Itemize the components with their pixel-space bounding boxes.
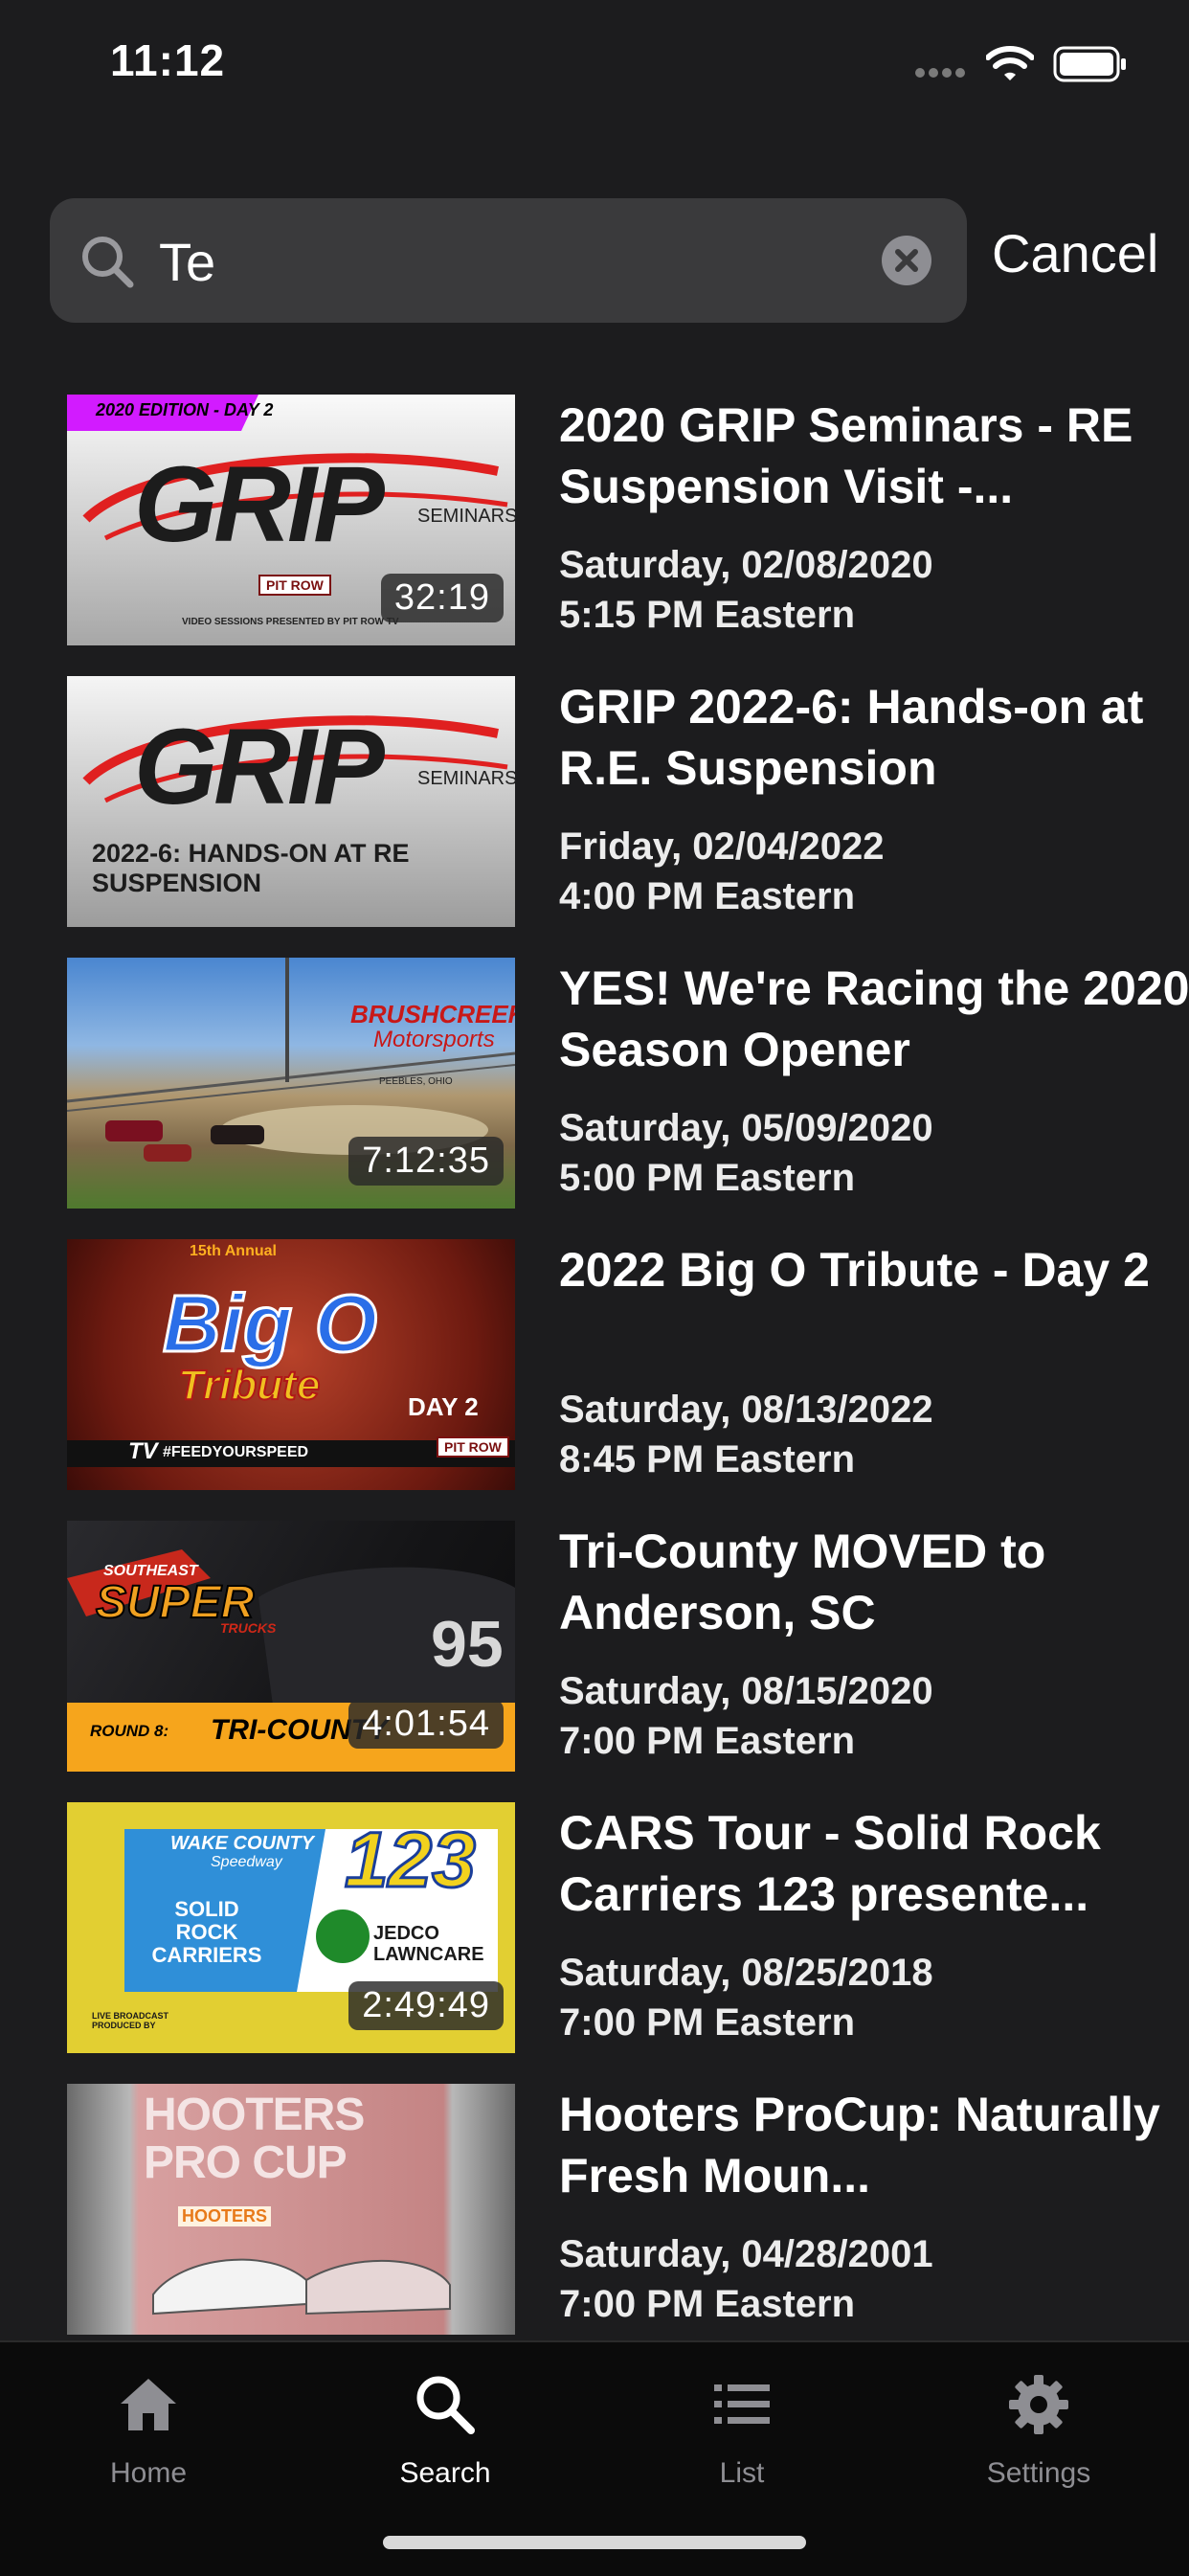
tab-list[interactable]: List	[594, 2342, 890, 2534]
duration-label: 2:49:49	[348, 1981, 504, 2030]
thumb-logo: GRIP	[134, 707, 385, 826]
result-time: 7:00 PM Eastern	[559, 2283, 856, 2325]
thumb-sub: Tribute	[177, 1361, 321, 1410]
result-row[interactable]: SOUTHEAST SUPER TRUCKS 95 ROUND 8: TRI-C…	[67, 1521, 1168, 1772]
clear-search-icon[interactable]	[881, 235, 932, 286]
thumb-sub: SEMINARS	[417, 506, 515, 527]
thumb-top: WAKE COUNTY	[170, 1833, 314, 1854]
result-title: Hooters ProCup: Naturally Fresh Moun...	[559, 2088, 1160, 2203]
list-icon	[714, 2384, 770, 2424]
thumb-sponsor2: JEDCO LAWNCARE	[373, 1923, 484, 1965]
status-bar: 11:12	[0, 0, 1189, 129]
result-title: GRIP 2022-6: Hands-on at R.E. Suspension	[559, 680, 1144, 795]
video-thumbnail[interactable]: 2020 EDITION - DAY 2 GRIP SEMINARS PIT R…	[67, 395, 515, 645]
video-thumbnail[interactable]: 15th Annual Big O Tribute DAY 2 TV #FEED…	[67, 1239, 515, 1490]
tab-label: Settings	[986, 2457, 1091, 2489]
thumb-hashtag: #FEEDYOURSPEED	[163, 1444, 309, 1460]
duration-label: 32:19	[380, 574, 504, 622]
result-title: 2022 Big O Tribute - Day 2	[559, 1243, 1150, 1297]
video-thumbnail[interactable]: SOUTHEAST SUPER TRUCKS 95 ROUND 8: TRI-C…	[67, 1521, 515, 1772]
duration-label: 7:12:35	[348, 1137, 504, 1186]
home-indicator	[383, 2536, 806, 2549]
result-row[interactable]: 2020 EDITION - DAY 2 GRIP SEMINARS PIT R…	[67, 395, 1168, 645]
result-title: CARS Tour - Solid Rock Carriers 123 pres…	[559, 1806, 1101, 1921]
thumb-badge: PIT ROW	[258, 575, 331, 596]
result-date: Saturday, 05/09/2020	[559, 1107, 933, 1149]
result-date: Saturday, 08/13/2022	[559, 1389, 933, 1431]
result-title: 2020 GRIP Seminars - RE Suspension Visit…	[559, 398, 1133, 513]
result-time: 4:00 PM Eastern	[559, 875, 856, 917]
cancel-button[interactable]: Cancel	[992, 222, 1158, 284]
thumb-place: PEEBLES, OHIO	[379, 1076, 453, 1087]
tab-settings[interactable]: Settings	[890, 2342, 1187, 2534]
video-thumbnail[interactable]: WAKE COUNTY Speedway 123 SOLID ROCK CARR…	[67, 1802, 515, 2053]
thumb-sub: Speedway	[211, 1854, 282, 1870]
thumb-sub: TRUCKS	[220, 1620, 277, 1636]
gear-icon	[1009, 2375, 1068, 2434]
result-date: Saturday, 08/25/2018	[559, 1952, 933, 1994]
video-thumbnail[interactable]: HOOTERS PRO CUP HOOTERS	[67, 2084, 515, 2335]
tab-search[interactable]: Search	[297, 2342, 594, 2534]
result-date: Saturday, 08/15/2020	[559, 1670, 933, 1712]
cellular-signal-icon	[915, 68, 965, 78]
tab-home[interactable]: Home	[0, 2342, 297, 2534]
result-time: 5:15 PM Eastern	[559, 594, 856, 636]
thumb-footer: VIDEO SESSIONS PRESENTED BY PIT ROW TV	[182, 617, 399, 627]
thumb-badge: PIT ROW	[437, 1436, 509, 1457]
thumb-logo: BRUSHCREEK	[350, 1000, 515, 1028]
thumb-sponsor1: SOLID ROCK CARRIERS	[151, 1897, 262, 1967]
battery-icon	[1053, 46, 1126, 82]
result-time: 8:45 PM Eastern	[559, 1438, 856, 1480]
tab-label: List	[719, 2457, 765, 2489]
thumb-day: DAY 2	[408, 1392, 479, 1421]
thumb-logo: GRIP	[134, 444, 385, 564]
search-bar[interactable]	[50, 198, 967, 323]
result-title: YES! We're Racing the 2020 Season Opener	[559, 961, 1189, 1076]
search-icon	[416, 2376, 475, 2434]
thumb-sub: SEMINARS	[417, 768, 515, 789]
search-icon	[82, 237, 134, 288]
thumb-footer: LIVE BROADCAST PRODUCED BY	[92, 2011, 169, 2030]
duration-label: 4:01:54	[348, 1700, 504, 1749]
video-thumbnail[interactable]: GRIP SEMINARS 2022-6: HANDS-ON AT RE SUS…	[67, 676, 515, 927]
thumb-top: 15th Annual	[190, 1243, 277, 1259]
search-input[interactable]	[157, 219, 888, 304]
result-time: 7:00 PM Eastern	[559, 1720, 856, 1762]
result-time: 7:00 PM Eastern	[559, 2001, 856, 2044]
status-time: 11:12	[110, 35, 226, 85]
tab-label: Home	[109, 2457, 188, 2489]
result-row[interactable]: WAKE COUNTY Speedway 123 SOLID ROCK CARR…	[67, 1802, 1168, 2053]
home-icon	[121, 2379, 176, 2430]
video-thumbnail[interactable]: BRUSHCREEK Motorsports PEEBLES, OHIO 7:1…	[67, 958, 515, 1209]
thumb-tv: TV	[128, 1438, 158, 1464]
result-date: Saturday, 02/08/2020	[559, 544, 933, 586]
thumb-sub: Motorsports	[373, 1027, 495, 1052]
thumb-round: ROUND 8:	[90, 1722, 169, 1740]
result-date: Saturday, 04/28/2001	[559, 2233, 933, 2275]
thumb-caption: 2022-6: HANDS-ON AT RE SUSPENSION	[92, 839, 410, 897]
thumb-number: 95	[431, 1608, 504, 1681]
result-row[interactable]: BRUSHCREEK Motorsports PEEBLES, OHIO 7:1…	[67, 958, 1189, 1209]
search-results-list[interactable]: 2020 EDITION - DAY 2 GRIP SEMINARS PIT R…	[0, 395, 1189, 2340]
wifi-icon	[986, 46, 1034, 80]
result-row[interactable]: GRIP SEMINARS 2022-6: HANDS-ON AT RE SUS…	[67, 676, 1168, 927]
thumb-banner: 2020 EDITION - DAY 2	[96, 400, 274, 419]
result-row[interactable]: HOOTERS PRO CUP HOOTERS Hooters ProCup: …	[67, 2084, 1168, 2335]
result-title: Tri-County MOVED to Anderson, SC	[559, 1525, 1046, 1639]
thumb-logo: Big O	[162, 1277, 379, 1370]
result-date: Friday, 02/04/2022	[559, 825, 885, 868]
result-row[interactable]: 15th Annual Big O Tribute DAY 2 TV #FEED…	[67, 1239, 1168, 1490]
thumb-number: 123	[344, 1816, 478, 1906]
result-time: 5:00 PM Eastern	[559, 1157, 856, 1199]
tab-label: Search	[399, 2457, 491, 2489]
